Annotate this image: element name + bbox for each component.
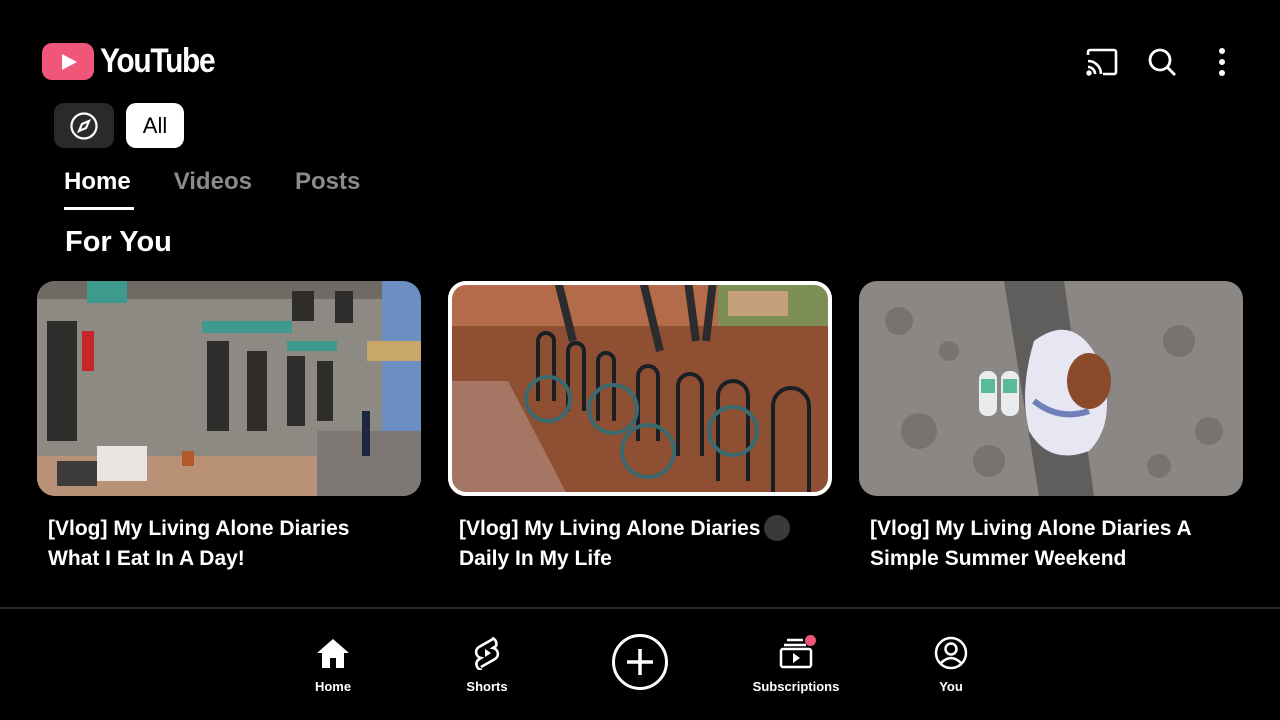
top-actions [1064,40,1244,84]
video-title[interactable]: [Vlog] My Living Alone Diaries A Daily I… [459,514,799,574]
bottom-nav: Home Shorts Subscriptions You [0,609,1280,720]
section-title: For You [65,226,172,258]
video-title[interactable]: [Vlog] My Living Alone Diaries What I Ea… [48,514,388,574]
video-card[interactable]: [Vlog] My Living Alone Diaries What I Ea… [37,281,421,574]
youtube-logo[interactable]: YouTube [42,42,230,81]
video-row: [Vlog] My Living Alone Diaries What I Ea… [37,281,1270,574]
nav-you[interactable]: You [930,633,972,694]
nav-home[interactable]: Home [309,633,357,694]
nav-you-label: You [939,679,963,694]
compass-icon [70,111,98,140]
nav-home-label: Home [314,679,352,694]
cast-icon[interactable] [1080,40,1124,84]
video-thumbnail[interactable] [448,281,832,496]
top-bar: YouTube [0,0,1280,100]
video-thumbnail[interactable] [859,281,1243,496]
tab-posts[interactable]: Posts [295,168,360,208]
subscriptions-icon [776,633,816,673]
tab-home[interactable]: Home [64,168,134,210]
home-icon [313,633,353,673]
create-button[interactable] [612,634,668,690]
nav-shorts-label: Shorts [466,679,508,694]
tab-videos[interactable]: Videos [174,168,252,208]
video-title[interactable]: [Vlog] My Living Alone Diaries A Simple … [870,514,1210,574]
nav-subscriptions[interactable]: Subscriptions [750,633,842,694]
nav-subscriptions-label: Subscriptions [752,679,840,694]
nav-shorts[interactable]: Shorts [460,633,514,694]
channel-tabs: Home Videos Posts [64,168,403,210]
status-dot [764,515,790,541]
filter-chips: All [54,103,184,148]
plus-circle-icon [627,649,653,675]
video-thumbnail[interactable] [37,281,421,496]
search-icon[interactable] [1140,40,1184,84]
all-chip[interactable]: All [126,103,184,148]
notification-dot [805,635,816,646]
youtube-play-icon [42,43,94,80]
logo-text: YouTube [100,42,216,80]
explore-chip[interactable] [54,103,114,148]
video-card[interactable]: [Vlog] My Living Alone Diaries A Simple … [859,281,1243,574]
account-icon [931,633,971,673]
shorts-icon [467,633,507,673]
more-vert-icon[interactable] [1200,40,1244,84]
